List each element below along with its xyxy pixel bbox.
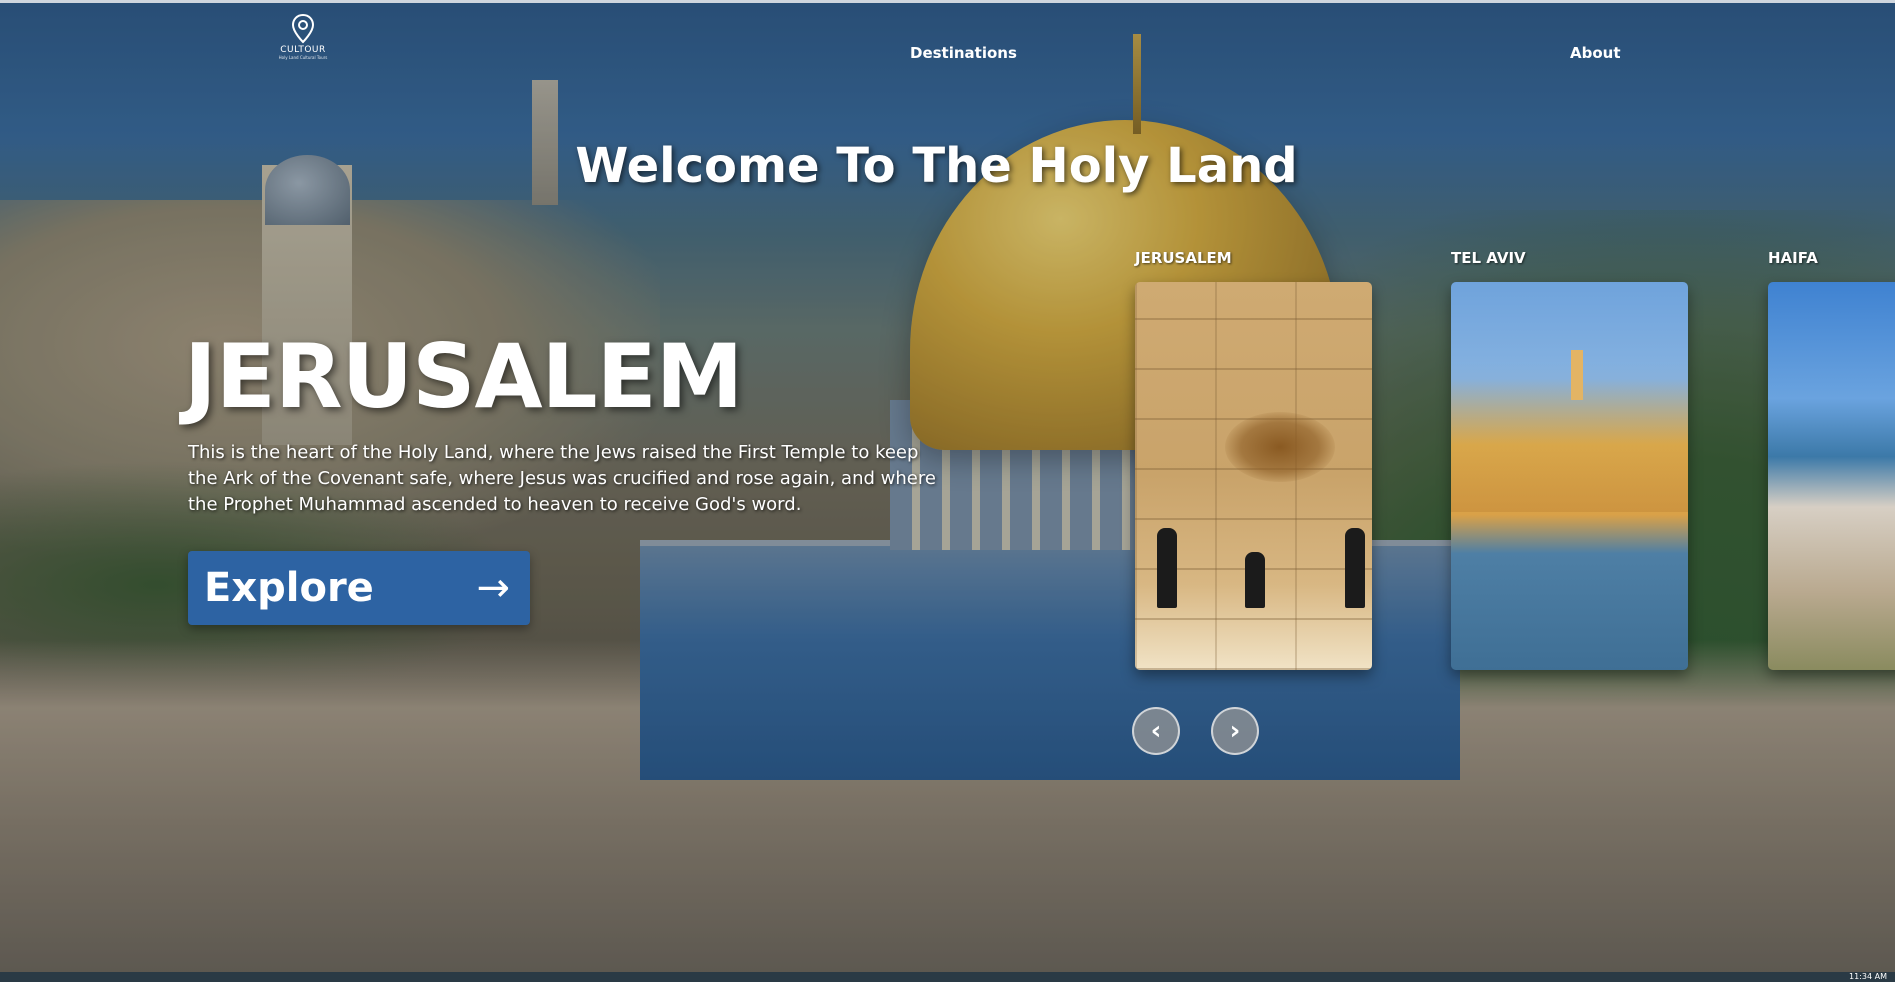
chevron-right-icon: › xyxy=(1229,716,1241,746)
chevron-left-icon: ‹ xyxy=(1150,716,1162,746)
window-top-border xyxy=(0,0,1895,3)
logo[interactable]: CULTOUR Holy Land Cultural Tours xyxy=(270,14,336,76)
city-description: This is the heart of the Holy Land, wher… xyxy=(188,442,936,515)
brand-tagline: Holy Land Cultural Tours xyxy=(278,55,328,60)
card-label-jerusalem: JERUSALEM xyxy=(1135,249,1232,267)
jaffa-buildings xyxy=(1451,362,1688,512)
person-figure xyxy=(1345,528,1365,608)
taskbar xyxy=(0,972,1895,982)
welcome-text: Welcome To The Holy Land xyxy=(575,138,1298,194)
card-jerusalem[interactable] xyxy=(1135,282,1372,670)
brand-name: CULTOUR xyxy=(280,45,326,55)
welcome-heading: Welcome To The Holy Land xyxy=(0,138,1895,194)
explore-button[interactable]: Explore → xyxy=(188,551,530,625)
map-pin-icon xyxy=(291,14,315,44)
taskbar-clock: 11:34 AM xyxy=(1849,972,1887,981)
carousel-next-button[interactable]: › xyxy=(1211,707,1259,755)
card-label-haifa: HAIFA xyxy=(1768,249,1818,267)
wall-bush xyxy=(1225,412,1335,482)
nav-about[interactable]: About xyxy=(1570,44,1621,62)
city-title: JERUSALEM xyxy=(184,325,743,428)
card-label-tel-aviv: TEL AVIV xyxy=(1451,249,1526,267)
person-figure xyxy=(1157,528,1177,608)
card-tel-aviv[interactable] xyxy=(1451,282,1688,670)
person-figure xyxy=(1245,552,1265,608)
jaffa-clock-tower xyxy=(1571,350,1583,400)
nav-destinations[interactable]: Destinations xyxy=(910,44,1017,62)
card-haifa[interactable] xyxy=(1768,282,1895,670)
carousel-prev-button[interactable]: ‹ xyxy=(1132,707,1180,755)
explore-label: Explore xyxy=(204,565,374,611)
arrow-right-icon: → xyxy=(476,565,510,611)
